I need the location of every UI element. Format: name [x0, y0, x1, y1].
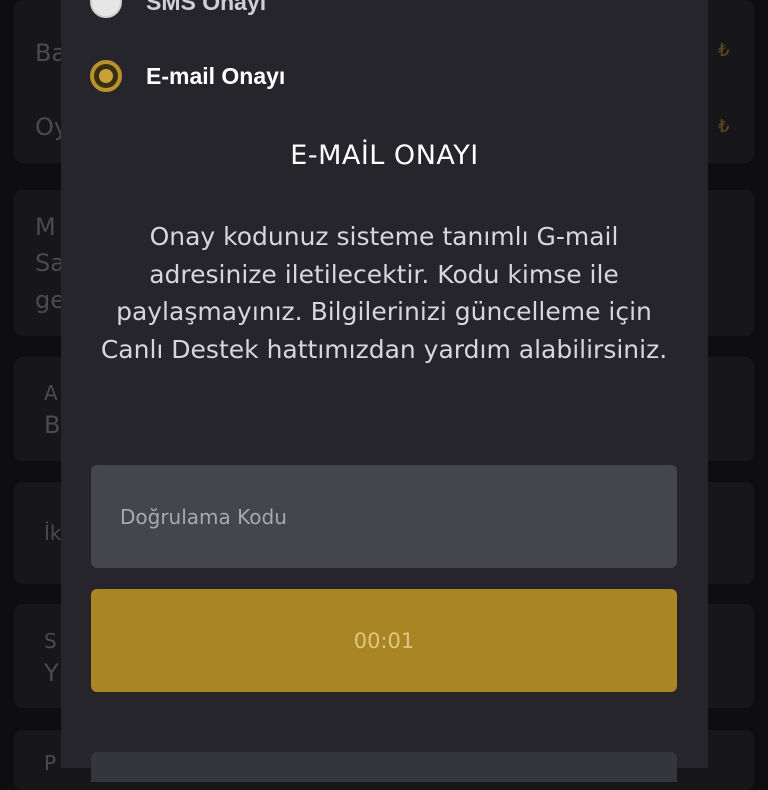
radio-option-email[interactable]: E-mail Onayı — [90, 60, 285, 92]
bg-currency-icon: ₺ — [718, 116, 730, 137]
bg-text-fragment: S — [44, 629, 57, 653]
radio-option-sms[interactable]: SMS Onayı — [90, 0, 266, 18]
bg-text-fragment: İk — [44, 521, 62, 545]
bg-text-fragment: P — [44, 751, 57, 775]
bg-text-fragment: M — [35, 213, 56, 241]
bg-text-fragment: A — [44, 381, 58, 405]
verification-code-input[interactable] — [91, 465, 677, 568]
radio-unselected-icon[interactable] — [90, 0, 122, 18]
bg-text-fragment: Y — [44, 659, 59, 687]
modal-description: Onay kodunuz sisteme tanımlı G-mail adre… — [100, 222, 668, 364]
modal-title: E-MAİL ONAYI — [290, 140, 479, 171]
radio-selected-icon[interactable] — [90, 60, 122, 92]
secondary-button[interactable] — [91, 752, 677, 782]
bg-text-fragment: B — [44, 411, 61, 439]
bg-currency-icon: ₺ — [718, 40, 730, 61]
radio-label-email: E-mail Onayı — [146, 62, 286, 89]
countdown-label: 00:01 — [353, 628, 415, 653]
radio-label-sms: SMS Onayı — [146, 0, 267, 15]
countdown-button[interactable]: 00:01 — [91, 589, 677, 692]
